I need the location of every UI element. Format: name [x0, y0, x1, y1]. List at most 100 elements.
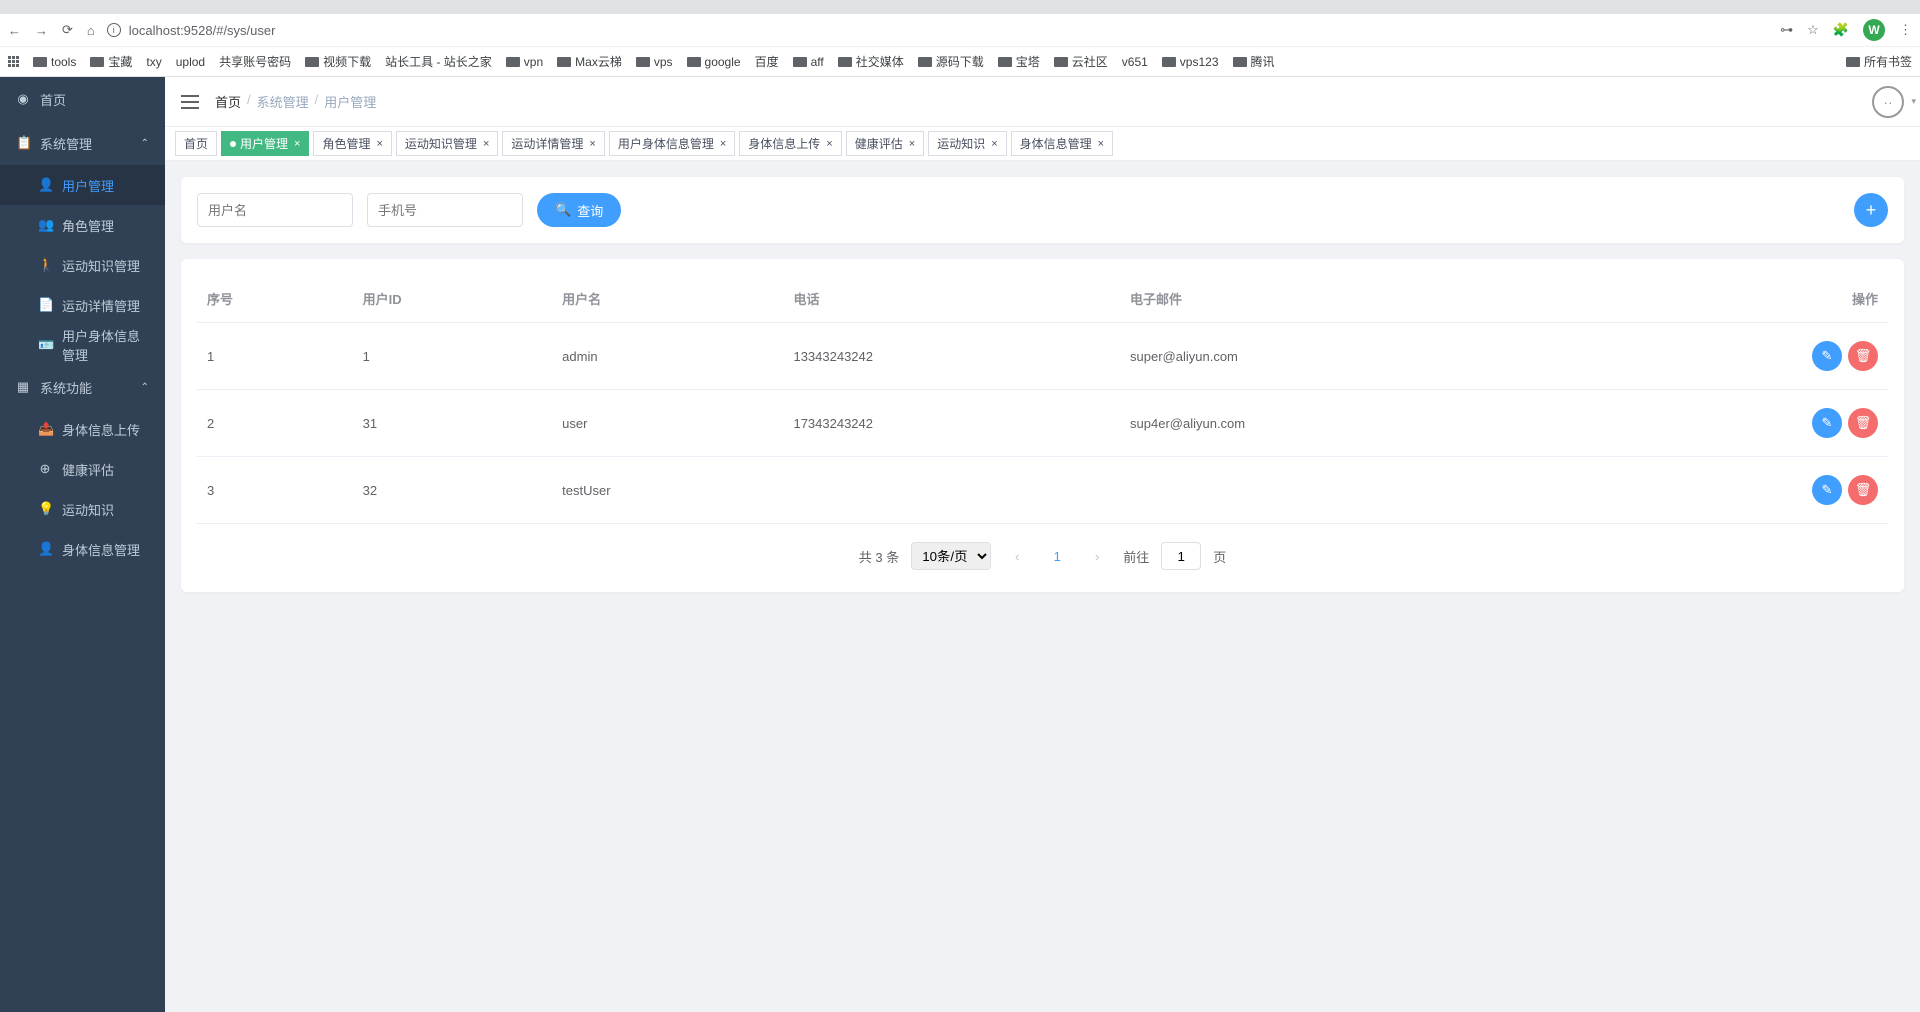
sidebar-item-user-mgmt[interactable]: 👤用户管理 [0, 165, 165, 205]
bookmark-star-icon[interactable]: ☆ [1807, 22, 1819, 38]
bookmark-item[interactable]: 宝藏 [90, 53, 132, 70]
sidebar-sys-func[interactable]: ▦系统功能⌃ [0, 365, 165, 409]
breadcrumb: 首页 / 系统管理 / 用户管理 [215, 92, 376, 111]
tag-body-mgmt[interactable]: 身体信息管理× [1011, 131, 1113, 156]
bookmark-item[interactable]: txy [146, 55, 161, 69]
page-number[interactable]: 1 [1043, 542, 1071, 570]
sidebar-sys-mgmt[interactable]: 📋系统管理⌃ [0, 121, 165, 165]
user-table: 序号 用户ID 用户名 电话 电子邮件 操作 1 1 admin 1334324… [197, 275, 1888, 524]
tag-health-eval[interactable]: 健康评估× [846, 131, 924, 156]
tag-home[interactable]: 首页 [175, 131, 217, 156]
search-button[interactable]: 🔍查询 [537, 193, 621, 227]
user-avatar[interactable]: ·· [1872, 86, 1904, 118]
sidebar-item-exercise-detail[interactable]: 📄运动详情管理 [0, 285, 165, 325]
sidebar-item-exercise-knowledge2[interactable]: 💡运动知识 [0, 489, 165, 529]
sidebar-item-role-mgmt[interactable]: 👥角色管理 [0, 205, 165, 245]
bookmark-item[interactable]: aff [793, 55, 824, 69]
th-uid: 用户ID [353, 275, 553, 323]
tag-exercise-knowledge[interactable]: 运动知识管理× [396, 131, 498, 156]
bookmark-item[interactable]: 视频下载 [305, 53, 371, 70]
delete-button[interactable]: 🗑 [1848, 408, 1878, 438]
home-icon[interactable]: ⌂ [87, 23, 95, 38]
breadcrumb-home[interactable]: 首页 [215, 92, 241, 111]
bookmark-item[interactable]: 社交媒体 [838, 53, 904, 70]
delete-button[interactable]: 🗑 [1848, 341, 1878, 371]
next-page-button[interactable]: › [1083, 542, 1111, 570]
edit-button[interactable]: ✎ [1812, 341, 1842, 371]
edit-button[interactable]: ✎ [1812, 475, 1842, 505]
health-icon: ⊕ [38, 461, 52, 477]
bookmark-item[interactable]: 源码下载 [918, 53, 984, 70]
breadcrumb-section: 系统管理 [257, 92, 309, 111]
close-icon[interactable]: × [589, 138, 595, 150]
address-bar: ← → ⟳ ⌂ i localhost:9528/#/sys/user ⊶ ☆ … [0, 14, 1920, 46]
bookmark-item[interactable]: 云社区 [1054, 53, 1108, 70]
sidebar-item-body-mgmt[interactable]: 👤身体信息管理 [0, 529, 165, 569]
sidebar-home[interactable]: ◉首页 [0, 77, 165, 121]
bookmark-item[interactable]: vps [636, 55, 673, 69]
close-icon[interactable]: × [294, 138, 300, 150]
bookmark-item[interactable]: google [687, 55, 741, 69]
sidebar-item-body-upload[interactable]: 📤身体信息上传 [0, 409, 165, 449]
bookmark-item[interactable]: vps123 [1162, 55, 1219, 69]
active-dot-icon [230, 141, 236, 147]
reload-icon[interactable]: ⟳ [62, 22, 73, 38]
browser-menu-icon[interactable]: ⋮ [1899, 22, 1912, 38]
goto-input[interactable] [1161, 542, 1201, 570]
add-button[interactable]: + [1854, 193, 1888, 227]
site-info-icon[interactable]: i [107, 23, 121, 37]
dashboard-icon: ◉ [16, 91, 30, 107]
sidebar-item-health-eval[interactable]: ⊕健康评估 [0, 449, 165, 489]
forward-icon[interactable]: → [35, 23, 48, 38]
tag-role-mgmt[interactable]: 角色管理× [313, 131, 391, 156]
sidebar-item-exercise-knowledge[interactable]: 🚶运动知识管理 [0, 245, 165, 285]
close-icon[interactable]: × [376, 138, 382, 150]
phone-input[interactable] [367, 193, 523, 227]
url-text[interactable]: localhost:9528/#/sys/user [129, 23, 276, 38]
key-icon[interactable]: ⊶ [1780, 22, 1793, 38]
th-name: 用户名 [552, 275, 783, 323]
close-icon[interactable]: × [826, 138, 832, 150]
breadcrumb-page: 用户管理 [324, 92, 376, 111]
bookmark-item[interactable]: 站长工具 - 站长之家 [385, 53, 492, 70]
bookmark-item[interactable]: 共享账号密码 [219, 53, 291, 70]
edit-button[interactable]: ✎ [1812, 408, 1842, 438]
tag-user-mgmt[interactable]: 用户管理× [221, 131, 309, 156]
trash-icon: 🗑 [1855, 348, 1872, 364]
tag-exercise-detail[interactable]: 运动详情管理× [502, 131, 604, 156]
bookmark-item[interactable]: Max云梯 [557, 53, 622, 70]
bookmark-item[interactable]: vpn [506, 55, 543, 69]
hamburger-icon[interactable] [181, 95, 199, 109]
bookmark-item[interactable]: 宝塔 [998, 53, 1040, 70]
prev-page-button[interactable]: ‹ [1003, 542, 1031, 570]
close-icon[interactable]: × [909, 138, 915, 150]
close-icon[interactable]: × [991, 138, 997, 150]
bookmark-item[interactable]: 腾讯 [1233, 53, 1275, 70]
users-icon: 👥 [38, 217, 52, 233]
pagination: 共 3 条 10条/页 ‹ 1 › 前往 页 [197, 524, 1888, 576]
bookmark-item[interactable]: tools [33, 55, 76, 69]
close-icon[interactable]: × [720, 138, 726, 150]
edit-icon: ✎ [1822, 482, 1833, 498]
tag-exercise-knowledge2[interactable]: 运动知识× [928, 131, 1006, 156]
close-icon[interactable]: × [483, 138, 489, 150]
sidebar-item-body-info[interactable]: 🪪用户身体信息管理 [0, 325, 165, 365]
close-icon[interactable]: × [1098, 138, 1104, 150]
tags-view: 首页 用户管理× 角色管理× 运动知识管理× 运动详情管理× 用户身体信息管理×… [165, 127, 1920, 161]
search-panel: 🔍查询 + [181, 177, 1904, 243]
chevron-up-icon: ⌃ [141, 382, 149, 393]
profile-avatar[interactable]: W [1863, 19, 1885, 41]
all-bookmarks[interactable]: 所有书签 [1846, 53, 1912, 70]
bookmark-item[interactable]: v651 [1122, 55, 1148, 69]
back-icon[interactable]: ← [8, 23, 21, 38]
delete-button[interactable]: 🗑 [1848, 475, 1878, 505]
tag-body-info[interactable]: 用户身体信息管理× [609, 131, 735, 156]
bookmark-item[interactable]: uplod [176, 55, 205, 69]
grid-icon: ▦ [16, 379, 30, 395]
apps-icon[interactable] [8, 56, 19, 67]
bookmark-item[interactable]: 百度 [755, 53, 779, 70]
username-input[interactable] [197, 193, 353, 227]
page-size-select[interactable]: 10条/页 [911, 542, 991, 570]
tag-body-upload[interactable]: 身体信息上传× [739, 131, 841, 156]
extensions-icon[interactable]: 🧩 [1833, 22, 1849, 38]
